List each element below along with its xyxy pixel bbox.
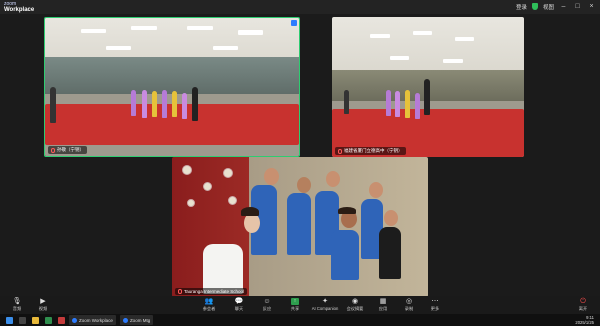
apps-grid-icon: ▦ [379,298,387,305]
share-screen-icon: ↑ [291,298,299,305]
search-icon[interactable] [19,316,26,324]
share-button[interactable]: ↑ 共享 [282,298,308,312]
leave-meeting-button[interactable]: ⏻ 离开 [570,298,596,312]
summary-label: 会议摘要 [346,306,364,311]
minimize-icon[interactable]: – [559,2,568,11]
camera-icon: ▶ [40,298,46,305]
title-bar: zoom Workplace 登录 视图 – □ × [0,0,600,14]
participants-button[interactable]: 👥 参会者 [196,298,222,312]
clock-date: 2025/1/25 [575,320,594,325]
react-label: 反应 [262,306,272,311]
video-button[interactable]: ▶ 视频 [30,298,56,312]
browser-icon[interactable] [45,316,52,324]
leave-label: 离开 [578,306,588,311]
close-icon[interactable]: × [587,2,596,11]
summary-button[interactable]: ◉ 会议摘要 [342,298,368,312]
view-button[interactable]: 视图 [543,3,554,11]
zoom-meeting-window: zoom Workplace 登录 视图 – □ × 孙敬（宁钥） 福建省厦门立… [0,0,600,326]
zoom-icon [72,317,77,323]
logo-name-text: Workplace [4,7,35,13]
taskbar-zoom-workplace[interactable]: Zoom Workplace [69,315,116,325]
mic-muted-icon [338,148,342,154]
participant-name: 孙敬（宁钥） [57,147,84,152]
mic-muted-icon [51,147,55,153]
participant-name-tag: 孙敬（宁钥） [48,146,87,154]
participants-icon: 👥 [204,298,214,305]
react-button[interactable]: ☺ 反应 [254,298,280,312]
zoom-workplace-logo: zoom Workplace [4,1,34,13]
audio-label: 音频 [12,306,22,311]
summary-icon: ◉ [351,298,359,305]
participant-name-tag: 福建省厦门立德高中（宁钥） [335,147,406,155]
record-icon: ◎ [405,298,413,305]
taskbar-app-label: Zoom Workplace [79,317,113,323]
more-label: 更多 [430,306,440,311]
pin-icon[interactable] [291,20,297,26]
participant-name: 福建省厦门立德高中（宁钥） [344,148,403,153]
taskbar-zoom-meeting[interactable]: Zoom Mtg [119,315,154,325]
record-label: 录制 [404,306,414,311]
audio-button[interactable]: 🎙 音频 [4,298,30,312]
ai-companion-label: AI Companion [311,306,339,311]
participant-name-tag: Tauranga Intermediate School [175,288,248,295]
maximize-icon[interactable]: □ [573,2,582,11]
taskbar-app-label: Zoom Mtg [129,317,151,323]
chat-icon: 💬 [234,298,244,305]
participants-label: 参会者 [202,306,216,311]
chat-label: 聊天 [234,306,244,311]
mic-muted-icon [178,289,182,294]
video-tile-classroom[interactable]: Tauranga Intermediate School [172,157,428,297]
participant-name: Tauranga Intermediate School [184,289,245,294]
meeting-toolbar: 🎙 音频 ▶ 视频 👥 参会者 💬 聊天 ☺ 反应 ↑ 共享 ✦ AI Comp… [0,296,600,314]
leave-icon: ⏻ [580,298,586,305]
video-label: 视频 [38,306,48,311]
zoom-icon [122,317,128,323]
sparkle-icon: ✦ [322,298,328,305]
video-tile-hall-b[interactable]: 福建省厦门立德高中（宁钥） [332,17,524,157]
more-button[interactable]: ⋯ 更多 [422,298,448,312]
smile-icon: ☺ [263,298,271,305]
microphone-icon: 🎙 [12,298,22,305]
chat-button[interactable]: 💬 聊天 [226,298,252,312]
ai-companion-button[interactable]: ✦ AI Companion [311,298,339,311]
file-explorer-icon[interactable] [32,316,39,324]
more-dots-icon: ⋯ [431,298,439,305]
login-link[interactable]: 登录 [516,3,527,11]
record-button[interactable]: ◎ 录制 [396,298,422,312]
encryption-shield-icon[interactable] [531,3,538,10]
video-tile-hall-a[interactable]: 孙敬（宁钥） [44,17,300,157]
apps-button[interactable]: ▦ 应用 [370,298,396,312]
apps-label: 应用 [378,306,388,311]
app-icon[interactable] [58,316,65,324]
start-menu-icon[interactable] [6,316,13,324]
share-label: 共享 [290,306,300,311]
os-taskbar: Zoom Workplace Zoom Mtg 9:11 2025/1/25 [0,314,600,326]
system-clock[interactable]: 9:11 2025/1/25 [575,315,594,325]
